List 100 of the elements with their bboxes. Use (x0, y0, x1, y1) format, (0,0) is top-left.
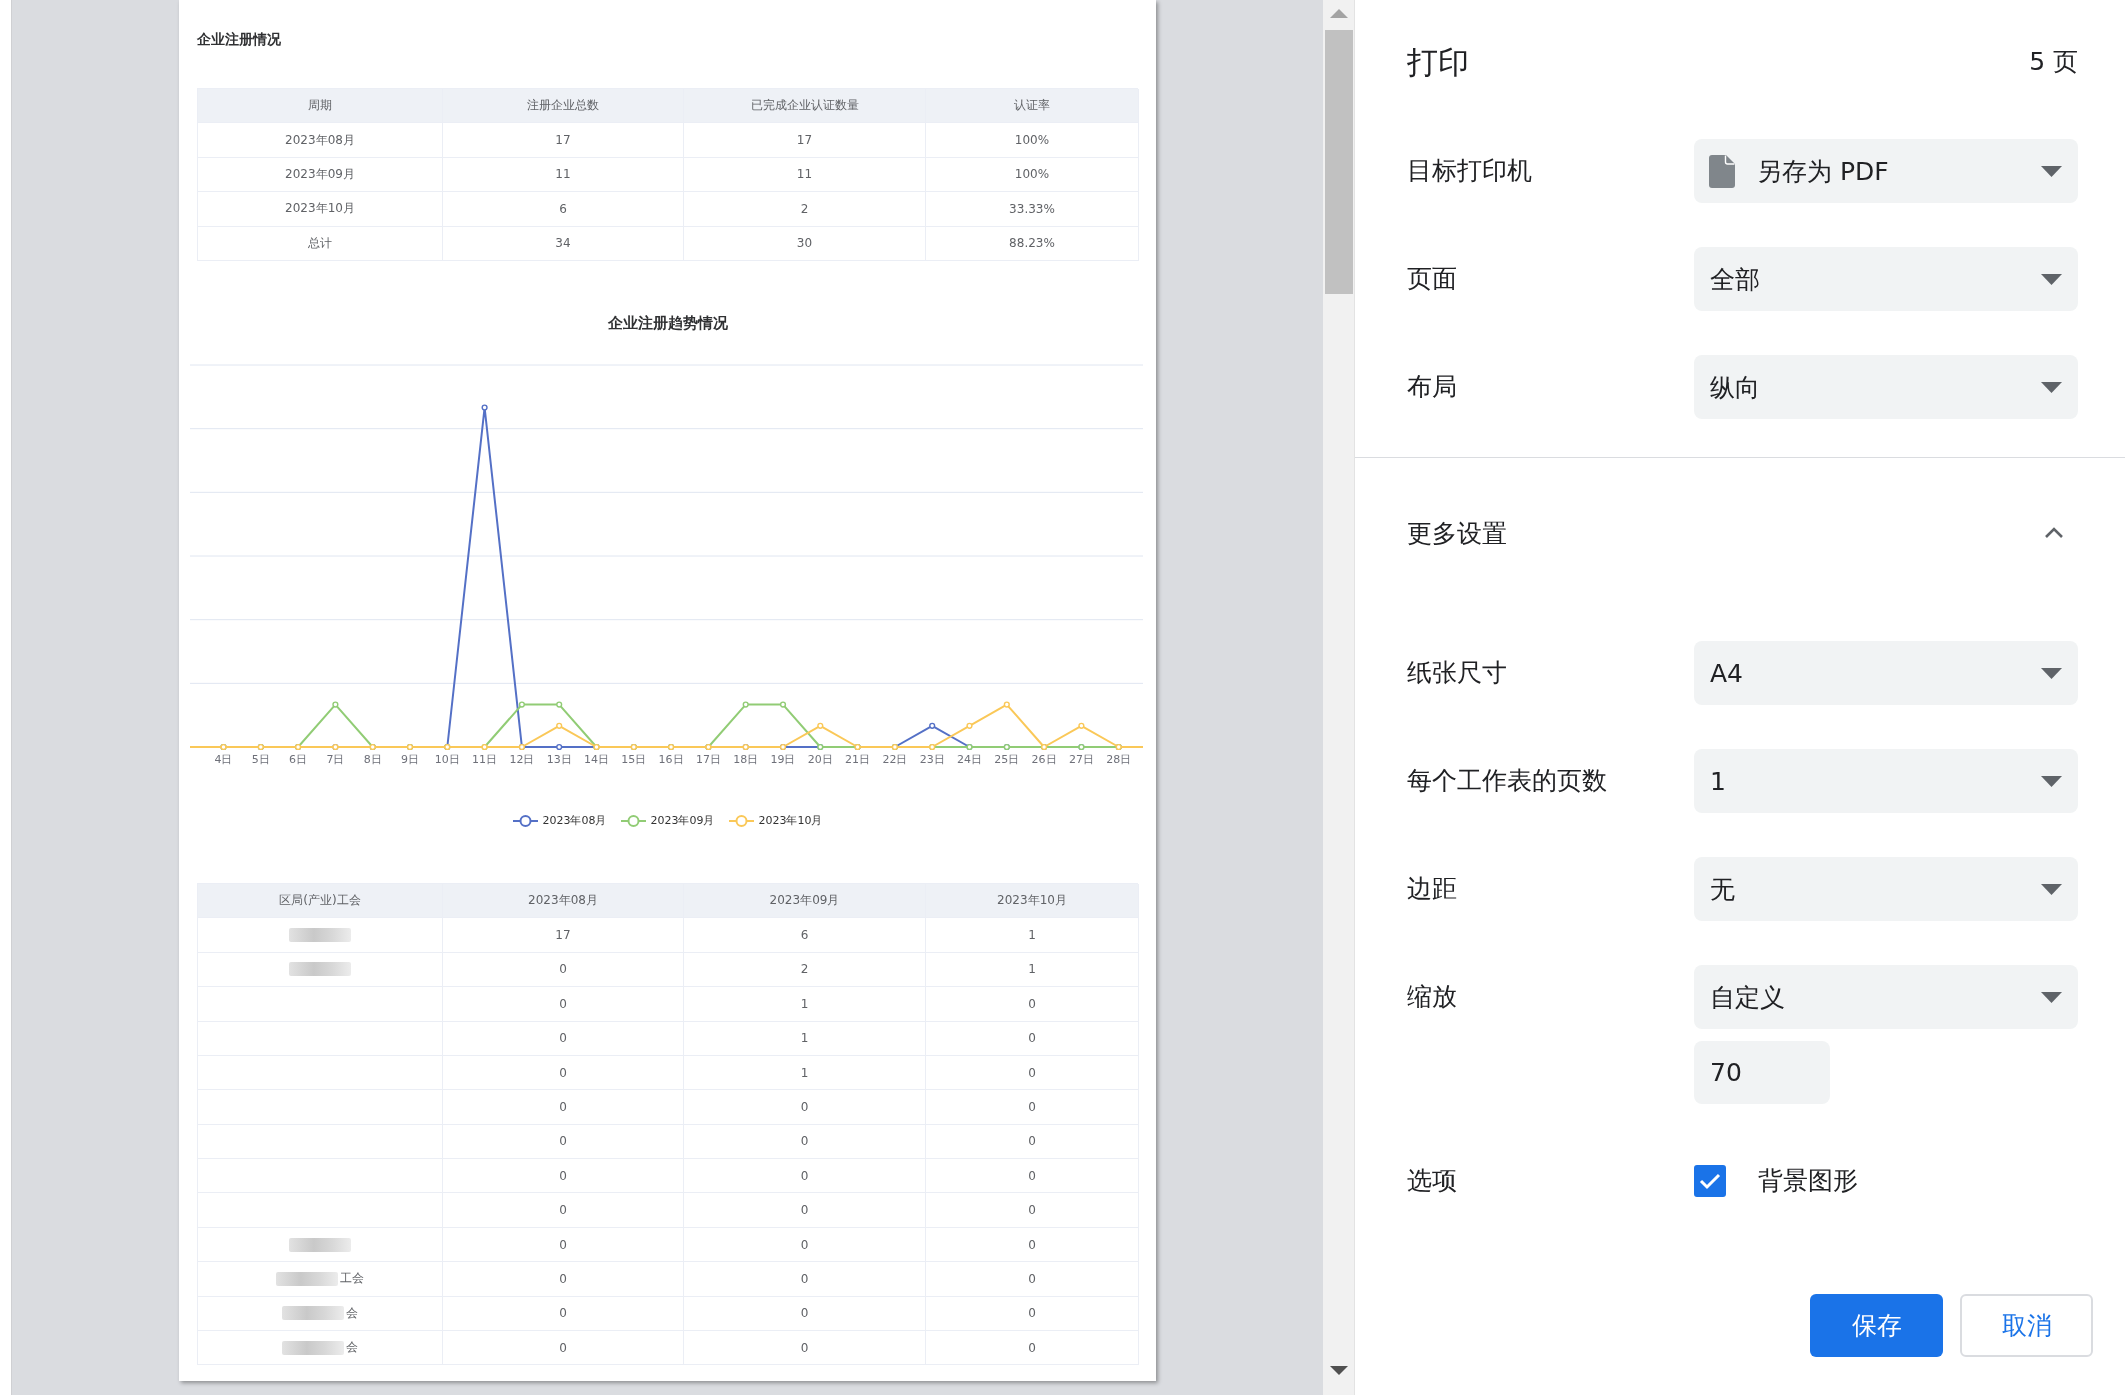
axis-label: 7日 (326, 752, 345, 766)
axis-label: 25日 (994, 752, 1020, 766)
column-header: 2023年08月 (443, 883, 684, 919)
scrollbar-thumb[interactable] (1324, 30, 1353, 294)
setting-label: 边距 (1407, 873, 1458, 905)
table-cell: 0 (926, 1193, 1139, 1228)
table-cell: 2 (684, 952, 926, 988)
axis-label: 23日 (919, 752, 945, 766)
axis-label: 6日 (289, 752, 308, 766)
cancel-button[interactable]: 取消 (1960, 1294, 2093, 1357)
table-cell: 34 (443, 226, 684, 261)
caret-icon (2041, 165, 2062, 177)
table-cell: 0 (926, 1090, 1139, 1125)
chart-title: 企业注册趋势情况 (607, 312, 728, 333)
table-cell: 0 (926, 987, 1139, 1022)
axis-label: 11日 (472, 752, 498, 766)
table-cell: 0 (443, 1124, 684, 1160)
table-cell: 11 (684, 157, 926, 193)
dropdown[interactable]: A4 (1694, 641, 2078, 705)
setting-label: 页面 (1407, 263, 1458, 295)
axis-label: 8日 (363, 752, 382, 766)
table-cell: 0 (684, 1262, 926, 1297)
table-cell: 1 (684, 987, 926, 1022)
table-cell: 0 (684, 1296, 926, 1332)
dropdown[interactable]: 1 (1694, 749, 2078, 813)
caret-icon (2041, 667, 2062, 679)
caret-icon (2041, 775, 2062, 787)
legend-label: 2023年10月 (758, 812, 823, 829)
column-header: 2023年10月 (926, 883, 1139, 919)
table-cell: 0 (684, 1193, 926, 1228)
axis-label: 18日 (733, 752, 759, 766)
table-cell: 0 (684, 1124, 926, 1160)
table-cell: 0 (443, 1090, 684, 1125)
caret-icon (2041, 273, 2062, 285)
column-header: 周期 (198, 89, 443, 124)
axis-label: 22日 (882, 752, 908, 766)
table-cell: 33.33% (926, 192, 1139, 227)
table-cell: 0 (684, 1159, 926, 1194)
document-icon (1709, 154, 1735, 188)
checkbox[interactable] (1694, 1165, 1726, 1197)
checkbox-label[interactable]: 背景图形 (1758, 1164, 1858, 1198)
table-cell: 0 (684, 1090, 926, 1125)
table-cell: 6 (443, 192, 684, 227)
axis-label: 15日 (621, 752, 647, 766)
axis-label: 21日 (845, 752, 871, 766)
table-cell: 1 (684, 1021, 926, 1056)
axis-label: 24日 (957, 752, 982, 766)
table-cell: 17 (684, 123, 926, 158)
more-settings-toggle[interactable]: 更多设置 (1407, 458, 2078, 608)
table-cell: 2023年10月 (198, 192, 443, 227)
table-cell: 0 (926, 1296, 1139, 1332)
union-name-text: 工会 (340, 1270, 364, 1288)
table-cell: 0 (926, 1124, 1139, 1160)
column-header: 已完成企业认证数量 (684, 89, 926, 124)
column-header: 2023年09月 (684, 883, 926, 919)
table-cell: 100% (926, 157, 1139, 193)
table-cell: 1 (926, 952, 1139, 988)
table-cell: 17 (443, 123, 684, 158)
save-button[interactable]: 保存 (1810, 1294, 1943, 1357)
column-header: 认证率 (926, 89, 1139, 124)
caret-icon (2041, 883, 2062, 895)
table-cell: 0 (684, 1331, 926, 1366)
table-cell: 0 (443, 1296, 684, 1332)
dropdown[interactable]: 无 (1694, 857, 2078, 921)
dropdown[interactable]: 纵向 (1694, 355, 2078, 419)
dropdown[interactable]: 全部 (1694, 247, 2078, 311)
scale-input-field[interactable]: 70 (1694, 1041, 1830, 1104)
axis-label: 14日 (584, 752, 609, 766)
legend-label: 2023年09月 (650, 812, 715, 829)
table-cell: 0 (443, 1331, 684, 1366)
axis-label: 13日 (546, 752, 572, 766)
table-cell: 17 (443, 918, 684, 953)
table-cell: 2 (684, 192, 926, 227)
table-cell: 0 (443, 1193, 684, 1228)
table-cell: 0 (443, 987, 684, 1022)
table-cell: 1 (684, 1055, 926, 1091)
dropdown[interactable]: 自定义 (1694, 965, 2078, 1029)
setting-label: 选项 (1407, 1165, 1458, 1197)
dropdown[interactable]: 另存为 PDF (1694, 139, 2078, 203)
table-cell: 2023年08月 (198, 123, 443, 158)
axis-label: 26日 (1031, 752, 1057, 766)
table-cell: 0 (926, 1055, 1139, 1091)
table-cell: 0 (443, 1262, 684, 1297)
table-cell: 0 (443, 1055, 684, 1091)
table-cell: 30 (684, 226, 926, 261)
table-cell: 0 (443, 1021, 684, 1056)
table-cell: 0 (926, 1021, 1139, 1056)
axis-label: 4日 (214, 752, 233, 766)
axis-label: 17日 (695, 752, 721, 766)
axis-label: 28日 (1106, 752, 1132, 766)
table-cell: 0 (684, 1227, 926, 1263)
setting-label: 缩放 (1407, 981, 1458, 1013)
union-name-text: 会 (346, 1304, 358, 1322)
setting-label: 纸张尺寸 (1407, 657, 1508, 689)
axis-label: 19日 (770, 752, 796, 766)
scroll-down-icon[interactable] (1329, 1366, 1348, 1375)
union-name-text: 会 (346, 1339, 358, 1357)
table-cell: 0 (926, 1227, 1139, 1263)
table-cell: 0 (443, 1227, 684, 1263)
caret-icon (2041, 381, 2062, 393)
